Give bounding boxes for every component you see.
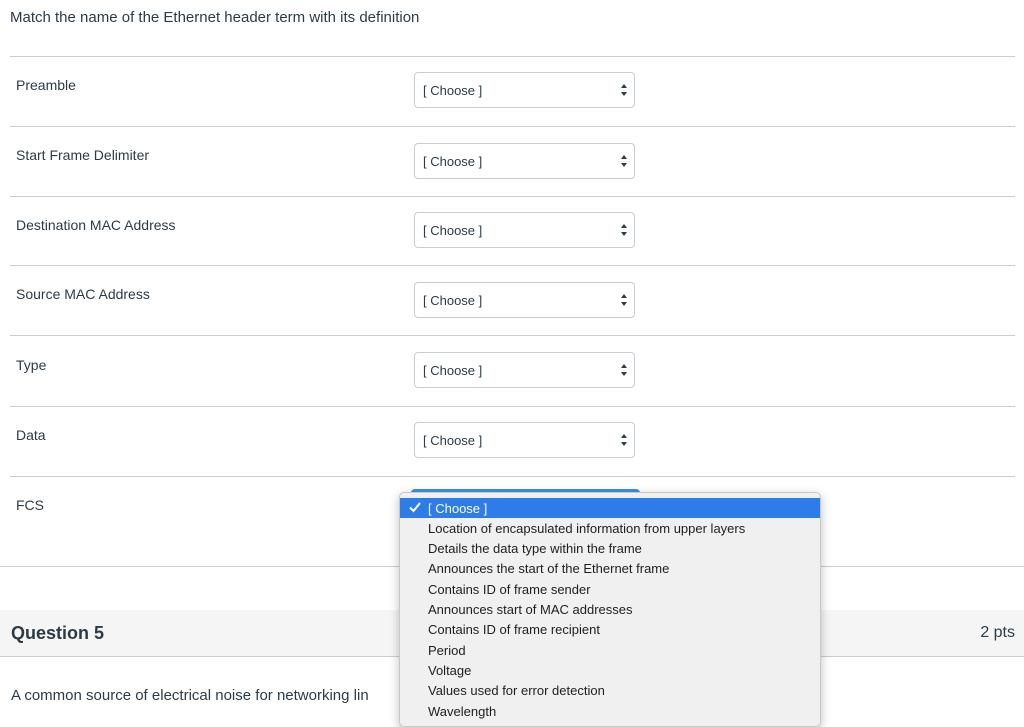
question-points: 2 pts — [980, 624, 1015, 641]
option-item[interactable]: Contains ID of frame recipient — [400, 619, 820, 639]
select-value: [ Choose ] — [423, 363, 483, 378]
term-label-fcs: FCS — [16, 497, 44, 513]
select-preamble[interactable]: [ Choose ] — [414, 72, 635, 108]
term-label-type: Type — [16, 357, 47, 373]
checkmark-icon — [409, 502, 421, 513]
option-label: Announces the start of the Ethernet fram… — [428, 561, 670, 576]
select-arrows-icon — [621, 294, 627, 306]
option-label: Contains ID of frame recipient — [428, 622, 600, 637]
question-title: Question 5 — [11, 623, 105, 643]
option-item[interactable]: Period — [400, 640, 820, 660]
divider — [10, 335, 1015, 336]
option-label: Period — [428, 643, 466, 658]
select-type[interactable]: [ Choose ] — [414, 352, 635, 388]
option-item[interactable]: Contains ID of frame sender — [400, 579, 820, 599]
select-arrows-icon — [621, 155, 627, 167]
select-value: [ Choose ] — [423, 223, 483, 238]
term-label-start-frame-delimiter: Start Frame Delimiter — [16, 147, 150, 163]
option-label: Announces start of MAC addresses — [428, 602, 633, 617]
select-value: [ Choose ] — [423, 154, 483, 169]
divider — [10, 126, 1015, 127]
select-value: [ Choose ] — [423, 83, 483, 98]
term-label-source-mac: Source MAC Address — [16, 286, 150, 302]
option-item[interactable]: Wavelength — [400, 701, 820, 721]
select-value: [ Choose ] — [423, 293, 483, 308]
option-label: Details the data type within the frame — [428, 541, 642, 556]
option-item[interactable]: Details the data type within the frame — [400, 538, 820, 558]
term-label-preamble: Preamble — [16, 77, 76, 93]
select-data[interactable]: [ Choose ] — [414, 422, 635, 458]
option-label: [ Choose ] — [428, 501, 488, 516]
option-item[interactable]: Location of encapsulated information fro… — [400, 518, 820, 538]
divider — [10, 265, 1015, 266]
divider — [10, 476, 1015, 477]
question-prompt: Match the name of the Ethernet header te… — [10, 9, 420, 26]
select-arrows-icon — [621, 364, 627, 376]
option-item[interactable]: Voltage — [400, 660, 820, 680]
term-label-destination-mac: Destination MAC Address — [16, 217, 176, 233]
select-source-mac[interactable]: [ Choose ] — [414, 282, 635, 318]
select-value: [ Choose ] — [423, 433, 483, 448]
option-label: Location of encapsulated information fro… — [428, 521, 746, 536]
option-item[interactable]: Announces the start of the Ethernet fram… — [400, 558, 820, 578]
select-arrows-icon — [621, 224, 627, 236]
select-start-frame-delimiter[interactable]: [ Choose ] — [414, 143, 635, 179]
select-arrows-icon — [621, 434, 627, 446]
option-item[interactable]: Announces start of MAC addresses — [400, 599, 820, 619]
option-choose[interactable]: [ Choose ] — [400, 498, 820, 518]
fcs-dropdown-list[interactable]: [ Choose ] Location of encapsulated info… — [399, 492, 821, 727]
option-label: Values used for error detection — [428, 683, 605, 698]
option-label: Wavelength — [428, 704, 497, 719]
term-label-data: Data — [16, 427, 46, 443]
select-arrows-icon — [621, 84, 627, 96]
select-destination-mac[interactable]: [ Choose ] — [414, 212, 635, 248]
divider — [10, 406, 1015, 407]
option-label: Contains ID of frame sender — [428, 582, 591, 597]
question-text: A common source of electrical noise for … — [11, 687, 369, 704]
divider — [10, 56, 1015, 57]
option-label: Voltage — [428, 663, 472, 678]
option-item[interactable]: Values used for error detection — [400, 680, 820, 700]
divider — [10, 196, 1015, 197]
